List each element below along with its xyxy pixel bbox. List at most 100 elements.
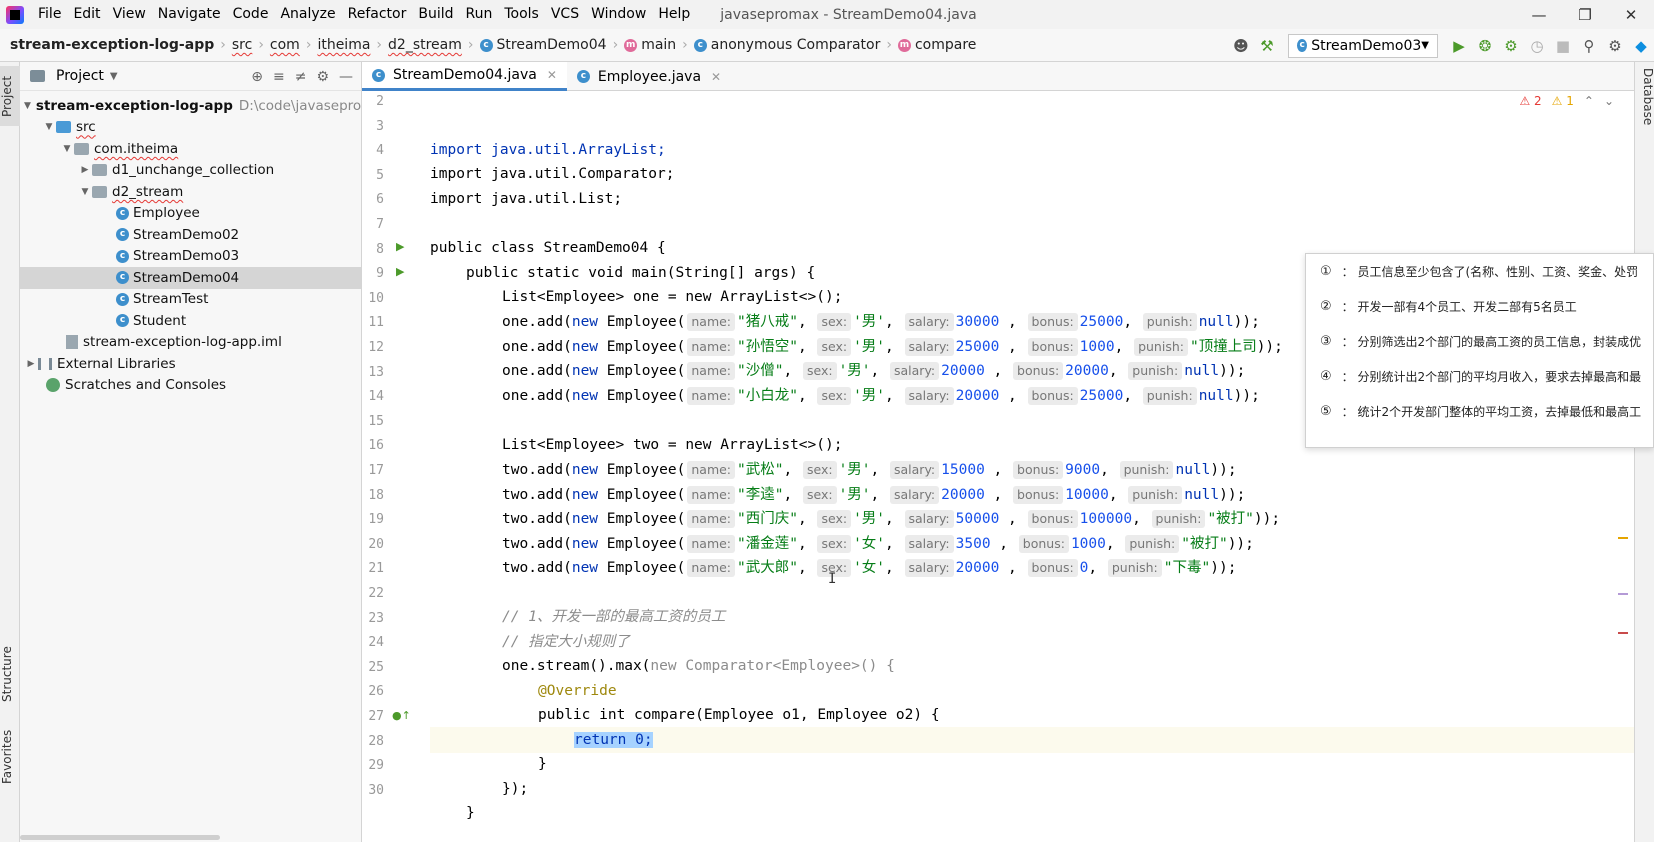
warning-stripe-marker[interactable] (1618, 537, 1628, 539)
run-gutter-icon[interactable]: ▶ (396, 265, 404, 278)
tree-item-external-libraries[interactable]: ▶ External Libraries (20, 353, 361, 375)
breadcrumb-project[interactable]: stream-exception-log-app (0, 37, 218, 53)
error-stripe-marker[interactable] (1618, 632, 1628, 634)
arg-punish: "被打" (1207, 511, 1254, 528)
tree-item-d2-stream[interactable]: ▼ d2_stream (20, 181, 361, 203)
tree-item-d1-unchange-collection[interactable]: ▶ d1_unchange_collection (20, 160, 361, 182)
build-hammer-icon[interactable]: ⚒ (1254, 33, 1280, 59)
expanded-arrow-icon[interactable]: ▼ (78, 187, 92, 197)
expanded-arrow-icon[interactable]: ▼ (42, 122, 56, 132)
employee-add-line: two.add(new Employee(name: "潘金莲", sex: '女'… (502, 534, 1254, 553)
collapsed-arrow-icon[interactable]: ▶ (24, 359, 38, 369)
close-tab-icon[interactable]: ✕ (547, 68, 557, 82)
tree-item-label: StreamDemo03 (133, 248, 240, 265)
breadcrumb-com[interactable]: com (266, 37, 304, 53)
line-number: 29 (368, 758, 384, 774)
add-call: one.add( (502, 387, 572, 404)
chevron-down-icon[interactable]: ▼ (110, 71, 118, 82)
close-icon[interactable]: ✕ (1608, 0, 1654, 29)
breadcrumb-anonymous-comparator-label: anonymous Comparator (710, 37, 881, 53)
collapsed-arrow-icon[interactable]: ▶ (78, 165, 92, 175)
breadcrumb-main[interactable]: m main (620, 37, 680, 53)
breadcrumb-itheima[interactable]: itheima (313, 37, 374, 53)
line-number: 24 (368, 635, 384, 651)
minimize-icon[interactable]: — (1516, 0, 1562, 29)
employee-add-line: one.add(new Employee(name: "孙悟空", sex: '男'… (502, 337, 1283, 356)
settings-gear-icon[interactable]: ⚙ (1602, 33, 1628, 59)
breadcrumb-d2-stream[interactable]: d2_stream (384, 37, 466, 53)
breadcrumb-streamdemo04[interactable]: c StreamDemo04 (476, 37, 611, 53)
implements-method-icon[interactable]: ●↑ (392, 709, 411, 722)
expanded-arrow-icon[interactable]: ▼ (24, 101, 31, 111)
debug-icon[interactable]: ❂ (1472, 33, 1498, 59)
param-hint-salary: salary: (890, 485, 940, 504)
menu-edit[interactable]: Edit (67, 0, 106, 29)
project-panel-title[interactable]: Project (56, 68, 104, 84)
run-configuration-select[interactable]: c StreamDemo03 ▼ (1288, 33, 1438, 58)
menu-file[interactable]: File (32, 0, 67, 29)
menu-run[interactable]: Run (460, 0, 499, 29)
profile-icon[interactable]: ◷ (1524, 33, 1550, 59)
search-icon[interactable]: ⚲ (1576, 33, 1602, 59)
jetbrains-logo-icon[interactable]: ◆ (1628, 33, 1654, 59)
info-stripe-marker[interactable] (1618, 593, 1628, 595)
runnable-class-icon: c (116, 271, 129, 285)
tab-employee[interactable]: c Employee.java ✕ (567, 62, 731, 91)
menu-build[interactable]: Build (412, 0, 459, 29)
menu-vcs[interactable]: VCS (545, 0, 585, 29)
project-horizontal-scrollbar[interactable] (20, 834, 362, 842)
task-note-item: ② ： 开发一部有4个员工、开发二部有5名员工 (1306, 289, 1653, 324)
add-call: two.add( (502, 535, 572, 552)
tree-item-iml[interactable]: stream-exception-log-app.iml (20, 332, 361, 354)
code-area[interactable]: import java.util.ArrayList; import java.… (430, 91, 1634, 842)
breadcrumb-src[interactable]: src (228, 37, 256, 53)
tree-item-class[interactable]: c StreamDemo03 (20, 246, 361, 268)
menu-view[interactable]: View (107, 0, 152, 29)
restore-icon[interactable]: ❐ (1562, 0, 1608, 29)
menu-navigate[interactable]: Navigate (152, 0, 227, 29)
database-tool-tab[interactable]: Database (1635, 68, 1654, 125)
hide-icon[interactable]: — (339, 69, 353, 85)
close-tab-icon[interactable]: ✕ (711, 70, 721, 84)
structure-tool-tab[interactable]: Structure (0, 634, 20, 714)
locate-icon[interactable]: ⊕ (251, 69, 263, 85)
tree-item-class[interactable]: c Student (20, 310, 361, 332)
scrollbar-thumb[interactable] (20, 835, 220, 840)
menu-refactor[interactable]: Refactor (342, 0, 413, 29)
breadcrumb-anonymous-comparator[interactable]: c anonymous Comparator (690, 37, 885, 53)
line-number: 22 (368, 586, 384, 601)
tree-item-root[interactable]: ▼ stream-exception-log-app D:\code\javas… (20, 95, 361, 117)
employee-add-line: one.add(new Employee(name: "小白龙", sex: '男'… (502, 386, 1260, 405)
menu-code[interactable]: Code (227, 0, 275, 29)
param-hint-sex: sex: (817, 386, 852, 405)
param-hint-name: name: (687, 461, 736, 479)
coverage-icon[interactable]: ⚙ (1498, 33, 1524, 59)
menu-analyze[interactable]: Analyze (274, 0, 341, 29)
tree-item-class[interactable]: c Employee (20, 203, 361, 225)
menu-window[interactable]: Window (585, 0, 652, 29)
tab-streamdemo04[interactable]: c StreamDemo04.java ✕ (362, 62, 567, 91)
breadcrumb-compare[interactable]: m compare (894, 37, 980, 53)
menu-tools[interactable]: Tools (498, 0, 545, 29)
run-icon[interactable]: ▶ (1446, 33, 1472, 59)
menu-help[interactable]: Help (652, 0, 696, 29)
task-note-number: ⑤ (1320, 404, 1332, 419)
tree-item-class-selected[interactable]: c StreamDemo04 (20, 267, 361, 289)
user-icon[interactable]: ☻ (1228, 33, 1254, 59)
collapse-all-icon[interactable]: ≠ (295, 69, 307, 85)
tree-item-class[interactable]: c StreamTest (20, 289, 361, 311)
run-gutter-icon[interactable]: ▶ (396, 240, 404, 253)
favorites-tool-tab[interactable]: Favorites (0, 720, 20, 794)
expand-all-icon[interactable]: ≡ (273, 69, 285, 85)
line-number: 6 (376, 192, 384, 208)
expanded-arrow-icon[interactable]: ▼ (60, 144, 74, 154)
tree-item-package[interactable]: ▼ com.itheima (20, 138, 361, 160)
tree-item-scratches[interactable]: Scratches and Consoles (20, 375, 361, 397)
main-declaration: public static void main(String[] args) { (466, 265, 816, 281)
gear-icon[interactable]: ⚙ (316, 69, 329, 85)
stop-icon[interactable]: ■ (1550, 33, 1576, 59)
project-tool-tab[interactable]: Project (0, 66, 20, 126)
constructor: Employee( (598, 560, 686, 577)
tree-item-class[interactable]: c StreamDemo02 (20, 224, 361, 246)
tree-item-src[interactable]: ▼ src (20, 117, 361, 139)
